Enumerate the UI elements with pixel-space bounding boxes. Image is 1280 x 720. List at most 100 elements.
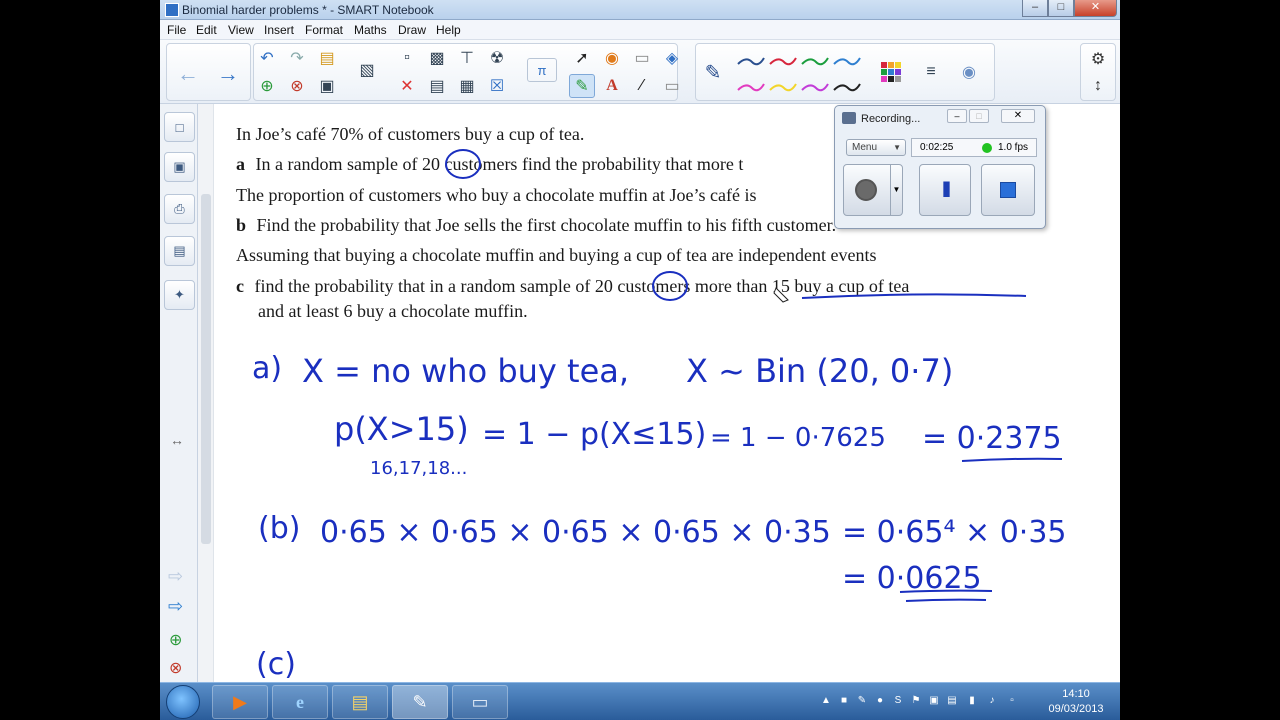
- attachments-icon[interactable]: ⎙: [164, 194, 195, 224]
- pen-swatch-1[interactable]: [737, 57, 765, 66]
- pen-swatch-8[interactable]: [833, 83, 861, 92]
- open-folder-icon[interactable]: ▤: [314, 46, 340, 70]
- maths-tools-button[interactable]: π: [527, 58, 557, 82]
- menu-file[interactable]: File: [167, 23, 186, 37]
- clock-time[interactable]: 14:10: [1046, 688, 1106, 700]
- recorder-maximize-button[interactable]: □: [969, 109, 989, 123]
- menu-maths[interactable]: Maths: [354, 23, 387, 37]
- smart-tools-icon[interactable]: ▭: [452, 685, 508, 719]
- previous-page-icon[interactable]: ⇨: [168, 566, 183, 587]
- pens-icon[interactable]: ✎: [569, 74, 595, 98]
- hw-c-label: (c): [256, 647, 296, 682]
- tray-flag-icon[interactable]: ⚑: [910, 695, 922, 707]
- underline-b-result-2: [905, 598, 987, 602]
- clock-date[interactable]: 09/03/2013: [1046, 703, 1106, 715]
- pen-swatch-5[interactable]: [737, 83, 765, 92]
- menu-view[interactable]: View: [228, 23, 254, 37]
- tray-volume-icon[interactable]: ♪: [986, 695, 998, 707]
- redo-icon[interactable]: ↷: [284, 46, 310, 70]
- screen-shade-icon[interactable]: ▤: [424, 74, 450, 98]
- tray-language-icon[interactable]: ▫: [1006, 695, 1018, 707]
- text-tool-icon[interactable]: A: [599, 74, 625, 98]
- menu-help[interactable]: Help: [436, 23, 461, 37]
- page-sorter-icon[interactable]: □: [164, 112, 195, 142]
- minimize-button[interactable]: –: [1022, 0, 1048, 17]
- display-icon[interactable]: ▧: [354, 58, 380, 82]
- pen-style-swatches[interactable]: [736, 48, 866, 98]
- eraser-icon[interactable]: ▭: [629, 46, 655, 70]
- delete-icon[interactable]: ✕: [394, 74, 420, 98]
- move-toolbar-icon[interactable]: ↕: [1085, 74, 1111, 98]
- fullscreen-icon[interactable]: ☒: [484, 74, 510, 98]
- screen-capture-icon[interactable]: ▩: [424, 46, 450, 70]
- pen-swatch-6[interactable]: [769, 83, 797, 92]
- file-explorer-icon[interactable]: ▤: [332, 685, 388, 719]
- smart-notebook-icon[interactable]: ✎: [392, 685, 448, 719]
- menu-draw[interactable]: Draw: [398, 23, 426, 37]
- line-style-icon[interactable]: ≡: [918, 60, 944, 84]
- pen-swatch-4[interactable]: [833, 57, 861, 66]
- arrow-left-icon[interactable]: ←: [173, 62, 203, 86]
- hw-a-result: = 0·2375: [922, 421, 1062, 456]
- recorder-menu-dropdown[interactable]: Menu ▼: [846, 139, 906, 156]
- tray-skype-icon[interactable]: S: [892, 695, 904, 707]
- record-options-chevron-icon[interactable]: ▼: [890, 165, 902, 215]
- internet-explorer-icon[interactable]: e: [272, 685, 328, 719]
- tray-display-icon[interactable]: ▣: [928, 695, 940, 707]
- media-player-icon[interactable]: ▶: [212, 685, 268, 719]
- save-icon[interactable]: ▣: [314, 74, 340, 98]
- gear-icon[interactable]: ⚙: [1085, 47, 1111, 71]
- shapes-icon[interactable]: ◉: [599, 46, 625, 70]
- fill-icon[interactable]: ◈: [659, 46, 685, 70]
- table-icon[interactable]: ▦: [454, 74, 480, 98]
- tray-ink-icon[interactable]: ✎: [856, 695, 868, 707]
- record-button[interactable]: ▼: [843, 164, 903, 216]
- color-palette-icon[interactable]: [878, 60, 904, 84]
- delete-page-icon[interactable]: ⊗: [284, 74, 310, 98]
- recorder-close-button[interactable]: ✕: [1001, 109, 1035, 123]
- tray-smart-icon[interactable]: ■: [838, 695, 850, 707]
- underline-a-result: [961, 457, 1063, 462]
- record-icon: [855, 179, 877, 201]
- select-pointer-icon[interactable]: ➚: [569, 46, 595, 70]
- spellcheck-icon[interactable]: ☢: [484, 46, 510, 70]
- smart-notebook-icon: [165, 3, 179, 17]
- close-button[interactable]: ✕: [1074, 0, 1117, 17]
- gallery-icon[interactable]: ▣: [164, 152, 195, 182]
- pen-swatch-7[interactable]: [801, 83, 829, 92]
- effects-icon[interactable]: ◉: [956, 60, 982, 84]
- menu-edit[interactable]: Edit: [196, 23, 217, 37]
- pen-swatch-3[interactable]: [801, 57, 829, 66]
- tray-monitor-icon[interactable]: ▤: [946, 695, 958, 707]
- scrollbar-thumb[interactable]: [201, 194, 211, 544]
- start-button[interactable]: [166, 685, 200, 719]
- tray-signal-icon[interactable]: ▮: [966, 695, 978, 707]
- arrow-right-icon[interactable]: →: [213, 62, 243, 86]
- tray-network-icon[interactable]: ▲: [820, 695, 832, 707]
- stop-button[interactable]: [981, 164, 1035, 216]
- add-page-icon[interactable]: ⊕: [254, 74, 280, 98]
- paste-icon[interactable]: ▫: [394, 46, 420, 70]
- next-page-icon[interactable]: ⇨: [168, 596, 183, 617]
- pen-icon[interactable]: ✎: [700, 60, 726, 84]
- text-box-icon[interactable]: ⊤: [454, 46, 480, 70]
- pen-swatch-2[interactable]: [769, 57, 797, 66]
- add-page-icon[interactable]: ⊕: [169, 630, 182, 650]
- tray-recorder-icon[interactable]: ●: [874, 695, 886, 707]
- line-tool-icon[interactable]: ∕: [629, 74, 655, 98]
- properties-icon[interactable]: ▤: [164, 236, 195, 266]
- addons-icon[interactable]: ✦: [164, 280, 195, 310]
- undo-icon[interactable]: ↶: [254, 46, 280, 70]
- hw-a-distribution: X ~ Bin (20, 0·7): [686, 352, 953, 390]
- menu-insert[interactable]: Insert: [264, 23, 294, 37]
- delete-page-icon[interactable]: ⊗: [169, 658, 182, 678]
- resize-arrows-icon[interactable]: ↔: [170, 432, 184, 448]
- recorder-minimize-button[interactable]: –: [947, 109, 967, 123]
- recording-widget[interactable]: Recording... – □ ✕ Menu ▼ 0:02:25 1.0 fp…: [834, 105, 1046, 229]
- menu-format[interactable]: Format: [305, 23, 343, 37]
- recorder-menu-label: Menu: [852, 142, 878, 153]
- eraser-tool-icon[interactable]: ▭: [659, 74, 685, 98]
- vertical-scrollbar[interactable]: [198, 104, 214, 682]
- pause-button[interactable]: II: [919, 164, 971, 216]
- maximize-button[interactable]: □: [1048, 0, 1074, 17]
